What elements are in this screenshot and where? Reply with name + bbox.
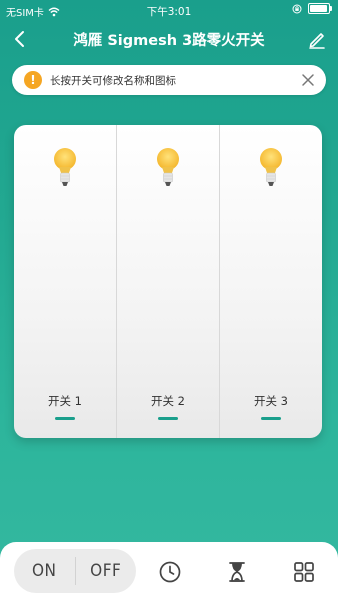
switch-label: 开关 3 [254,394,288,408]
page-title: 鸿雁 Sigmesh 3路零火开关 [73,33,265,49]
notice-text: 长按开关可修改名称和图标 [50,75,176,87]
switch-label: 开关 2 [151,394,185,408]
switch-gang-3[interactable]: 开关 3 [220,125,322,438]
edit-icon[interactable] [306,28,328,50]
nav-bar: 鸿雁 Sigmesh 3路零火开关 [0,22,338,56]
switch-gang-2[interactable]: 开关 2 [117,125,220,438]
battery-icon [308,3,332,14]
hourglass-icon[interactable] [225,560,249,584]
close-icon[interactable] [300,72,316,88]
all-on-button[interactable]: ON [14,549,75,593]
status-bar: 无SIM卡 下午3:01 [0,0,338,20]
status-right [292,3,332,14]
back-icon[interactable] [10,28,32,50]
grid-icon[interactable] [292,560,316,584]
bottom-toolbar: ON OFF [0,542,338,600]
switch-gang-1[interactable]: 开关 1 [14,125,117,438]
switch-indicator [261,417,281,420]
switch-indicator [55,417,75,420]
lightbulb-icon [260,148,282,186]
exclamation-icon: ! [24,71,42,89]
rotation-lock-icon [292,4,302,13]
notice-banner: ! 长按开关可修改名称和图标 [12,65,326,95]
all-on-off-group: ON OFF [14,549,136,593]
status-time: 下午3:01 [146,6,192,18]
switch-label: 开关 1 [48,394,82,408]
clock-icon[interactable] [158,560,182,584]
switch-panel: 开关 1 开关 2 开关 3 [14,125,322,438]
all-off-button[interactable]: OFF [76,549,137,593]
lightbulb-icon [54,148,76,186]
switch-indicator [158,417,178,420]
lightbulb-icon [157,148,179,186]
